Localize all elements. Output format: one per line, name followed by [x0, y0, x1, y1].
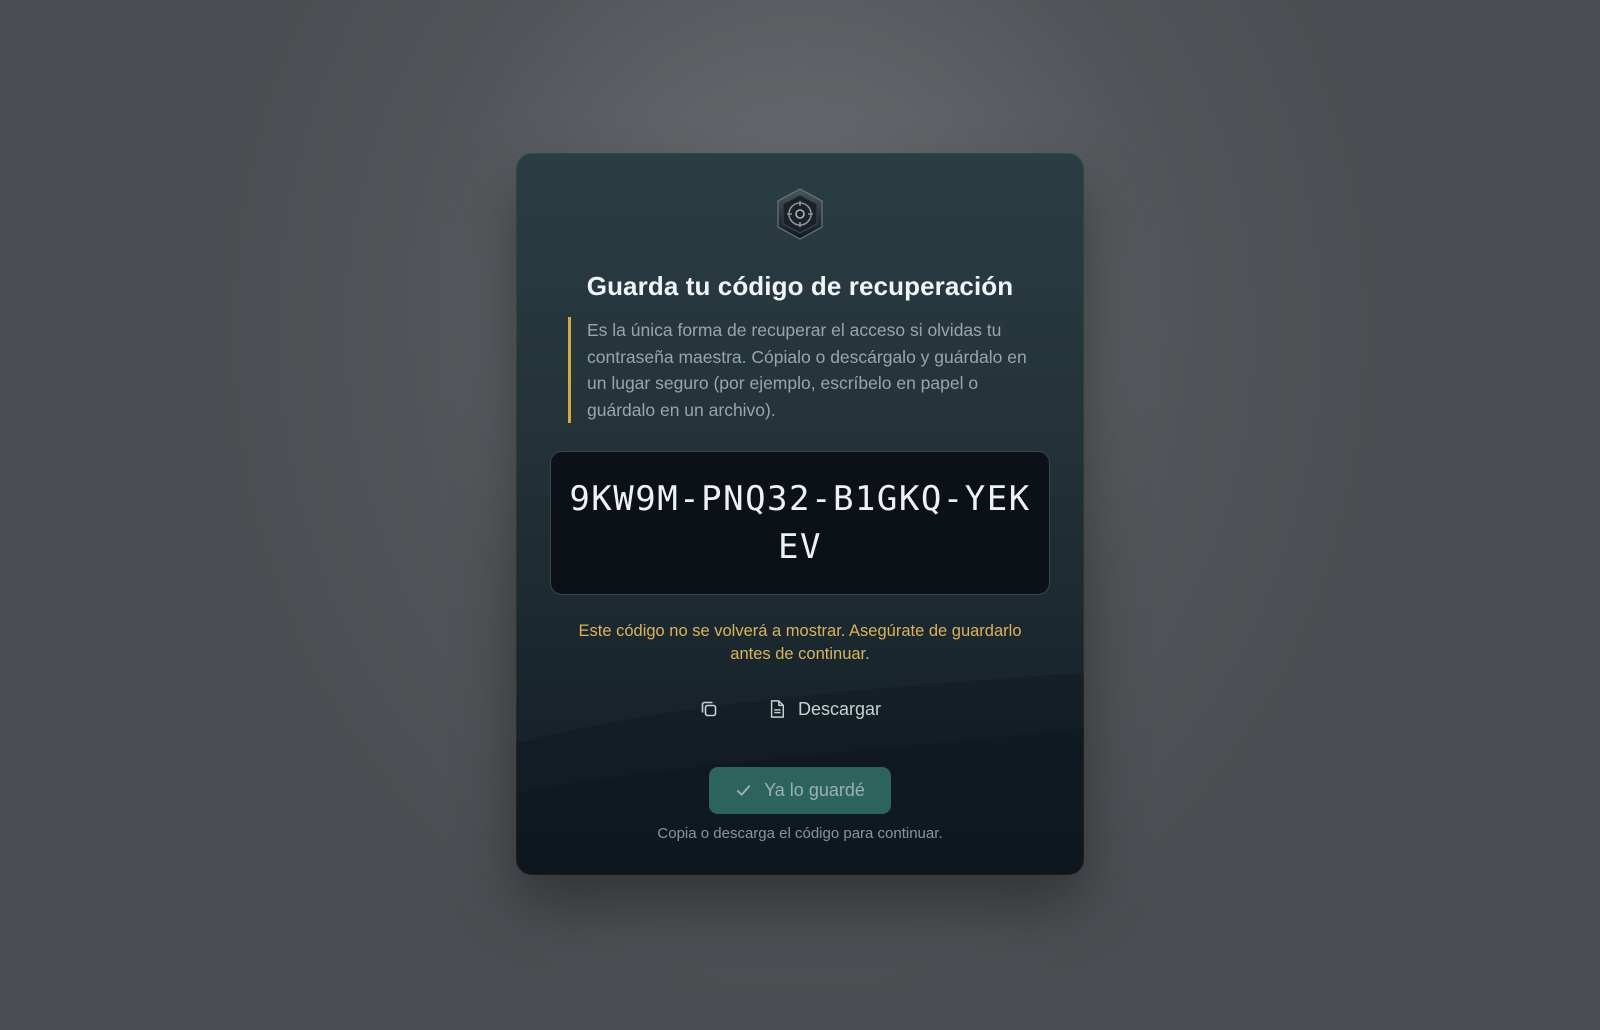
recovery-code: 9KW9M-PNQ32-B1GKQ-YEKEV [569, 479, 1031, 567]
confirm-button-label: Ya lo guardé [764, 780, 865, 800]
recovery-code-dialog: Guarda tu código de recuperación Es la ú… [516, 153, 1084, 875]
document-icon [770, 700, 785, 718]
shield-logo-icon [777, 188, 823, 240]
copy-button[interactable] [694, 694, 724, 724]
warning-message: Este código no se volverá a mostrar. Ase… [578, 622, 1022, 663]
copy-icon [701, 701, 717, 717]
check-icon [737, 785, 751, 796]
continue-hint: Copia o descarga el código para continua… [657, 825, 943, 842]
recovery-notice: Es la única forma de recuperar el acceso… [568, 317, 1047, 423]
code-actions: Descargar [516, 694, 1084, 726]
download-label: Descargar [798, 698, 882, 719]
dialog-title: Guarda tu código de recuperación [586, 271, 1014, 301]
download-button[interactable]: Descargar [768, 694, 881, 724]
recovery-code-box[interactable]: 9KW9M-PNQ32-B1GKQ-YEKEV [550, 451, 1050, 595]
confirm-saved-button[interactable]: Ya lo guardé [709, 767, 891, 814]
